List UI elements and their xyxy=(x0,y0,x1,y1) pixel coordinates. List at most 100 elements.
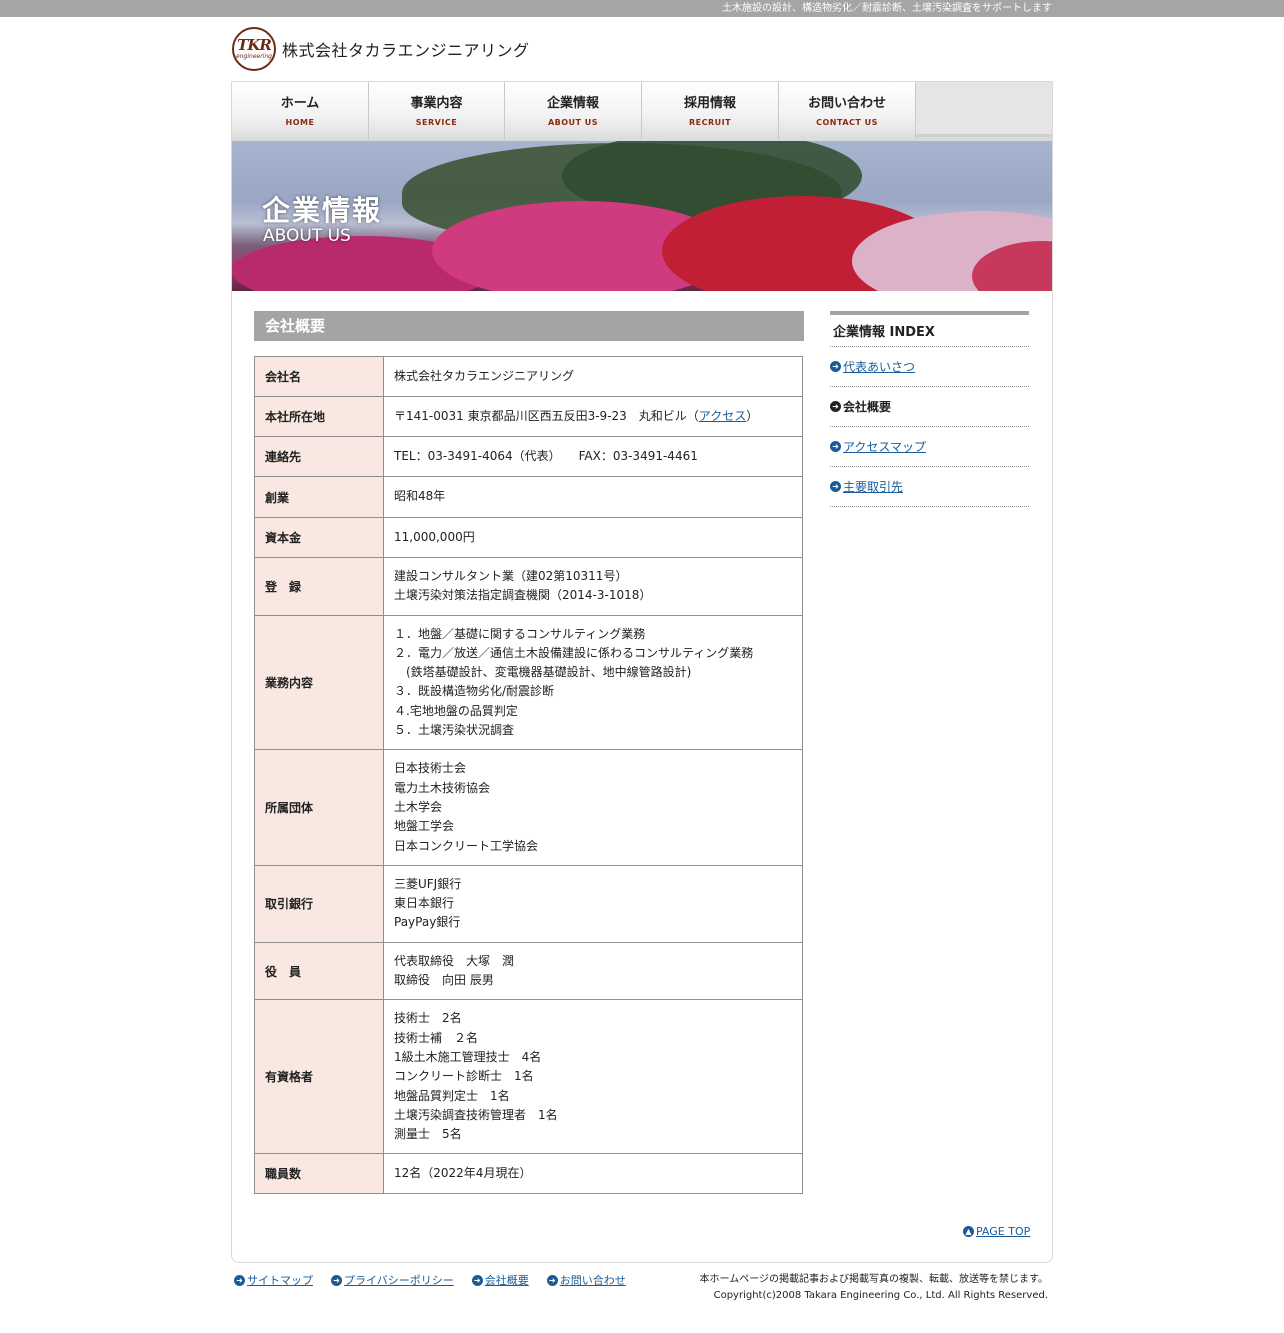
value-line: 建設コンサルタント業（建02第10311号） xyxy=(394,569,628,583)
hero-subtitle: ABOUT US xyxy=(263,226,351,246)
tagline: 土木施設の設計、構造物劣化／耐震診断、土壌汚染調査をサポートします xyxy=(722,3,1052,14)
table-row: 連絡先 TEL：03-3491-4064（代表） FAX：03-3491-446… xyxy=(254,436,803,477)
row-label: 取引銀行 xyxy=(254,864,384,943)
value-line: (鉄塔基礎設計、変電機器基礎設計、地中線管路設計) xyxy=(394,665,692,680)
nav-sublabel: HOME xyxy=(285,117,315,127)
value-line: 1級土木施工管理技士 4名 xyxy=(394,1049,542,1064)
row-label: 業務内容 xyxy=(254,614,384,751)
page-top-link[interactable]: ▲ PAGE TOP xyxy=(963,1225,1030,1238)
sidebar-item-overview[interactable]: ➜ 会社概要 xyxy=(830,386,1029,426)
section-title: 会社概要 xyxy=(254,311,804,341)
table-row: 取引銀行 三菱UFJ銀行 東日本銀行 PayPay銀行 xyxy=(254,864,803,943)
value-line: 土木学会 xyxy=(394,799,443,814)
nav-sublabel: SERVICE xyxy=(415,117,458,127)
row-value: 〒141-0031 東京都品川区西五反田3-9-23 丸和ビル（アクセス） xyxy=(383,396,803,437)
row-value: 三菱UFJ銀行 東日本銀行 PayPay銀行 xyxy=(383,864,803,943)
sidebar-index: ➜ 代表あいさつ ➜ 会社概要 ➜ アクセスマップ ➜ 主要取引先 xyxy=(830,346,1029,507)
nav-label: 事業内容 xyxy=(410,95,463,111)
footer-link-sitemap[interactable]: ➜ サイトマップ xyxy=(234,1272,313,1288)
table-row: 所属団体 日本技術士会 電力土木技術協会 土木学会 地盤工学会 日本コンクリート… xyxy=(254,749,803,866)
row-value: １．地盤／基礎に関するコンサルティング業務 ２．電力／放送／通信土木設備建設に係… xyxy=(383,614,803,751)
sidebar-item-access[interactable]: ➜ アクセスマップ xyxy=(830,426,1029,466)
sidebar-item-greeting[interactable]: ➜ 代表あいさつ xyxy=(830,346,1029,386)
arrow-right-icon: ➜ xyxy=(830,481,841,492)
arrow-right-icon: ➜ xyxy=(331,1274,342,1286)
page-top-label[interactable]: PAGE TOP xyxy=(976,1225,1030,1238)
footer-link-label[interactable]: お問い合わせ xyxy=(560,1272,626,1288)
nav-recruit[interactable]: 採用情報 RECRUIT xyxy=(642,82,779,140)
footer-link-contact[interactable]: ➜ お問い合わせ xyxy=(546,1272,626,1288)
row-value: 技術士 2名 技術士補 ２名 1級土木施工管理技士 4名 コンクリート診断士 1… xyxy=(383,999,803,1155)
nav-label: 採用情報 xyxy=(683,95,736,111)
footer-link-privacy[interactable]: ➜ プライバシーポリシー xyxy=(331,1272,454,1288)
nav-label: お問い合わせ xyxy=(807,95,886,111)
row-label: 役 員 xyxy=(254,941,384,1001)
nav-home[interactable]: ホーム HOME xyxy=(232,82,369,140)
table-row: 会社名 株式会社タカラエンジニアリング xyxy=(254,356,803,397)
footer-link-overview[interactable]: ➜ 会社概要 xyxy=(471,1272,529,1288)
nav-contact[interactable]: お問い合わせ CONTACT US xyxy=(779,82,916,140)
top-bar: 土木施設の設計、構造物劣化／耐震診断、土壌汚染調査をサポートします xyxy=(0,0,1284,17)
sidebar-item-clients[interactable]: ➜ 主要取引先 xyxy=(830,466,1029,507)
arrow-right-icon: ➜ xyxy=(830,361,841,372)
table-row: 業務内容 １．地盤／基礎に関するコンサルティング業務 ２．電力／放送／通信土木設… xyxy=(254,614,803,751)
value-line: ２．電力／放送／通信土木設備建設に係わるコンサルティング業務 xyxy=(394,645,754,660)
sidebar-top-bar xyxy=(830,311,1029,315)
row-value: 昭和48年 xyxy=(383,476,803,518)
row-value: 日本技術士会 電力土木技術協会 土木学会 地盤工学会 日本コンクリート工学協会 xyxy=(383,749,803,866)
row-label: 所属団体 xyxy=(254,749,384,866)
value-line: 測量士 5名 xyxy=(394,1127,462,1142)
value-line: 日本コンクリート工学協会 xyxy=(394,838,539,853)
row-label: 連絡先 xyxy=(254,436,384,477)
table-row: 資本金 11,000,000円 xyxy=(254,517,803,558)
row-label: 資本金 xyxy=(254,517,384,558)
value-line: ５．土壌汚染状況調査 xyxy=(394,723,515,738)
company-name: 株式会社タカラエンジニアリング xyxy=(282,41,530,60)
row-label: 職員数 xyxy=(254,1153,384,1195)
table-row: 創業 昭和48年 xyxy=(254,476,803,518)
sidebar-link[interactable]: 代表あいさつ xyxy=(843,358,915,375)
row-value: 11,000,000円 xyxy=(383,517,803,558)
value-line: PayPay銀行 xyxy=(394,915,461,930)
value-line: 取締役 向田 辰男 xyxy=(394,973,494,988)
table-row: 有資格者 技術士 2名 技術士補 ２名 1級土木施工管理技士 4名 コンクリート… xyxy=(254,999,803,1155)
footer-link-label[interactable]: プライバシーポリシー xyxy=(344,1272,454,1288)
nav-sublabel: RECRUIT xyxy=(688,117,732,127)
footer-notice: 本ホームページの掲載記事および掲載写真の複製、転載、放送等を禁じます。 Copy… xyxy=(700,1272,1049,1304)
hero-banner: 企業情報 ABOUT US xyxy=(232,141,1052,291)
table-row: 本社所在地 〒141-0031 東京都品川区西五反田3-9-23 丸和ビル（アク… xyxy=(254,396,803,437)
sidebar-link[interactable]: 主要取引先 xyxy=(843,478,903,495)
sidebar-link[interactable]: アクセスマップ xyxy=(843,438,926,455)
row-value: TEL：03-3491-4064（代表） FAX：03-3491-4461 xyxy=(383,436,803,477)
copy-notice: 本ホームページの掲載記事および掲載写真の複製、転載、放送等を禁じます。 xyxy=(699,1274,1049,1285)
value-line: 電力土木技術協会 xyxy=(394,780,491,795)
footer-link-label[interactable]: サイトマップ xyxy=(247,1272,313,1288)
value-line: 地盤品質判定士 1名 xyxy=(394,1088,510,1103)
row-label: 有資格者 xyxy=(254,999,384,1155)
site-logo[interactable]: TKR engineering 株式会社タカラエンジニアリング xyxy=(232,26,530,72)
value-line: ３．既設構造物劣化/耐震診断 xyxy=(394,684,555,699)
address-close: ） xyxy=(746,408,759,423)
nav-about[interactable]: 企業情報 ABOUT US xyxy=(505,82,642,140)
sidebar-title: 企業情報 INDEX xyxy=(833,325,935,340)
value-line: 日本技術士会 xyxy=(394,761,467,776)
nav-sublabel: ABOUT US xyxy=(547,117,599,127)
value-line: 東日本銀行 xyxy=(394,896,455,911)
nav-sublabel: CONTACT US xyxy=(816,117,878,127)
access-link[interactable]: アクセス xyxy=(699,409,746,423)
arrow-right-icon: ➜ xyxy=(830,441,841,452)
copyright: Copyright(c)2008 Takara Engineering Co.,… xyxy=(713,1290,1048,1301)
row-label: 本社所在地 xyxy=(254,396,384,437)
row-label: 創業 xyxy=(254,476,384,518)
value-line: １．地盤／基礎に関するコンサルティング業務 xyxy=(394,626,646,641)
value-line: 土壌汚染対策法指定調査機関（2014-3-1018） xyxy=(394,588,652,603)
row-value: 建設コンサルタント業（建02第10311号） 土壌汚染対策法指定調査機関（201… xyxy=(383,557,803,616)
nav-label: 企業情報 xyxy=(546,95,599,111)
table-row: 役 員 代表取締役 大塚 潤 取締役 向田 辰男 xyxy=(254,941,803,1001)
value-line: コンクリート診断士 1名 xyxy=(394,1069,534,1084)
row-value: 株式会社タカラエンジニアリング xyxy=(383,356,803,397)
nav-service[interactable]: 事業内容 SERVICE xyxy=(369,82,505,140)
footer-link-label[interactable]: 会社概要 xyxy=(485,1272,529,1288)
value-line: 土壌汚染調査技術管理者 1名 xyxy=(394,1107,558,1122)
value-line: 地盤工学会 xyxy=(394,819,455,834)
